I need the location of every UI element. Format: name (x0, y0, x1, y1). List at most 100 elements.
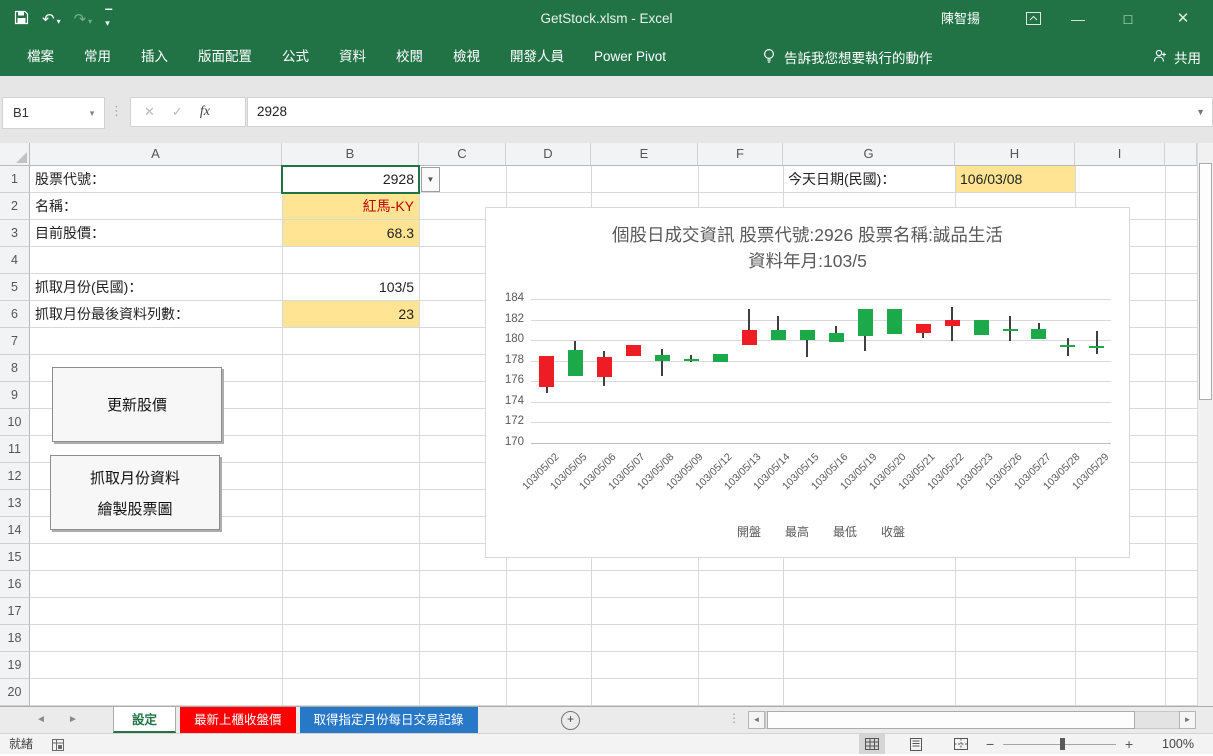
name-box-dropdown-icon[interactable]: ▼ (88, 109, 96, 118)
column-header-D[interactable]: D (506, 143, 591, 166)
button-update-price[interactable]: 更新股價 (52, 367, 222, 442)
tell-me-box[interactable]: 告訴我您想要執行的動作 (762, 38, 933, 76)
ribbon-tab-page-layout[interactable]: 版面配置 (183, 38, 267, 76)
cell-A5[interactable]: 抓取月份(民國)： (30, 274, 282, 301)
row-header-7[interactable]: 7 (0, 328, 30, 355)
account-user-name[interactable]: 陳智揚 (941, 0, 980, 38)
row-header-5[interactable]: 5 (0, 274, 30, 301)
legend-item[interactable]: 最高 (785, 523, 809, 540)
name-box[interactable]: B1 ▼ (2, 97, 105, 129)
candle-17 (1031, 329, 1046, 339)
cell-A3[interactable]: 目前股價： (30, 220, 282, 247)
normal-view-button[interactable] (859, 734, 885, 754)
cell-B5[interactable]: 103/5 (282, 274, 419, 301)
row-header-17[interactable]: 17 (0, 598, 30, 625)
cell-A1[interactable]: 股票代號： (30, 166, 282, 193)
new-sheet-button[interactable]: + (561, 711, 580, 730)
legend-item[interactable]: 收盤 (881, 523, 905, 540)
page-layout-view-button[interactable] (903, 734, 929, 754)
column-header-I[interactable]: I (1075, 143, 1165, 166)
row-header-15[interactable]: 15 (0, 544, 30, 571)
gridline-h (30, 624, 1197, 625)
formula-input[interactable]: 2928 ▼ (247, 97, 1213, 127)
cell-H1[interactable]: 106/03/08 (955, 166, 1075, 193)
scroll-left-icon[interactable]: ◄ (748, 711, 765, 729)
column-header-A[interactable]: A (30, 143, 282, 166)
data-validation-dropdown-button[interactable]: ▼ (421, 167, 440, 192)
vertical-scrollbar-thumb[interactable] (1199, 163, 1212, 400)
ribbon-tab-insert[interactable]: 插入 (126, 38, 183, 76)
row-header-12[interactable]: 12 (0, 463, 30, 490)
ribbon-tab-home[interactable]: 常用 (69, 38, 126, 76)
column-header-B[interactable]: B (282, 143, 419, 166)
ribbon-tab-file[interactable]: 檔案 (12, 38, 69, 76)
legend-item[interactable]: 最低 (833, 523, 857, 540)
y-axis-label: 174 (486, 395, 524, 407)
row-header-8[interactable]: 8 (0, 355, 30, 382)
row-header-9[interactable]: 9 (0, 382, 30, 409)
row-header-3[interactable]: 3 (0, 220, 30, 247)
insert-function-icon[interactable]: fx (200, 104, 210, 120)
sheet-tab-latest-otc-close[interactable]: 最新上櫃收盤價 (180, 707, 296, 733)
cell-B2[interactable]: 紅馬-KY (282, 193, 419, 220)
sheet-tab-settings[interactable]: 設定 (113, 707, 176, 733)
maximize-button[interactable]: □ (1108, 0, 1148, 38)
sheet-tab-monthly-daily-records[interactable]: 取得指定月份每日交易記錄 (300, 707, 478, 733)
ribbon-tab-view[interactable]: 檢視 (438, 38, 495, 76)
row-header-6[interactable]: 6 (0, 301, 30, 328)
cell-B6[interactable]: 23 (282, 301, 419, 328)
row-header-16[interactable]: 16 (0, 571, 30, 598)
row-header-13[interactable]: 13 (0, 490, 30, 517)
row-header-4[interactable]: 4 (0, 247, 30, 274)
cell-B1[interactable]: 2928 (282, 166, 419, 193)
cell-B3[interactable]: 68.3 (282, 220, 419, 247)
ribbon-tab-review[interactable]: 校閱 (381, 38, 438, 76)
close-button[interactable]: ✕ (1163, 0, 1203, 38)
cell-A2[interactable]: 名稱： (30, 193, 282, 220)
sheet-nav-next-icon[interactable]: ► (68, 707, 78, 733)
confirm-entry-icon[interactable]: ✓ (172, 104, 183, 120)
column-header-E[interactable]: E (591, 143, 698, 166)
formula-bar-expand-icon[interactable]: ▼ (1196, 107, 1205, 117)
zoom-slider-thumb[interactable] (1060, 738, 1065, 750)
ribbon-tab-formulas[interactable]: 公式 (267, 38, 324, 76)
page-break-view-button[interactable] (948, 734, 974, 754)
column-header-C[interactable]: C (419, 143, 506, 166)
row-header-2[interactable]: 2 (0, 193, 30, 220)
column-header-F[interactable]: F (698, 143, 783, 166)
column-header-G[interactable]: G (783, 143, 955, 166)
row-header-14[interactable]: 14 (0, 517, 30, 544)
row-header-19[interactable]: 19 (0, 652, 30, 679)
formula-bar-buttons: ✕ ✓ fx (130, 97, 246, 127)
zoom-in-button[interactable]: + (1125, 734, 1133, 754)
row-header-1[interactable]: 1 (0, 166, 30, 193)
cell-A6[interactable]: 抓取月份最後資料列數： (30, 301, 282, 328)
button-fetch-month-draw-chart[interactable]: 抓取月份資料繪製股票圖 (50, 455, 220, 530)
gridline-h (30, 570, 1197, 571)
legend-item[interactable]: 開盤 (737, 523, 761, 540)
sheet-nav-prev-icon[interactable]: ◄ (36, 707, 46, 733)
column-header-partial[interactable] (1165, 143, 1197, 166)
ribbon-tab-power-pivot[interactable]: Power Pivot (579, 38, 681, 76)
row-header-11[interactable]: 11 (0, 436, 30, 463)
select-all-corner[interactable] (0, 143, 30, 166)
column-header-H[interactable]: H (955, 143, 1075, 166)
candle-3 (626, 345, 641, 355)
cell-G1[interactable]: 今天日期(民國)： (783, 166, 955, 193)
ribbon-display-options-button[interactable] (1013, 0, 1053, 38)
share-button[interactable]: 共用 (1153, 38, 1201, 76)
horizontal-scrollbar-thumb[interactable] (767, 711, 1135, 729)
row-header-20[interactable]: 20 (0, 679, 30, 706)
stock-chart[interactable]: 個股日成交資訊 股票代號:2926 股票名稱:誠品生活 資料年月:103/5 1… (485, 207, 1130, 558)
gridline-h (30, 651, 1197, 652)
cancel-entry-icon[interactable]: ✕ (144, 104, 155, 120)
ribbon-tab-data[interactable]: 資料 (324, 38, 381, 76)
zoom-out-button[interactable]: − (986, 734, 994, 754)
minimize-button[interactable]: — (1058, 0, 1098, 38)
zoom-level[interactable]: 100% (1148, 734, 1194, 754)
ribbon-tab-developer[interactable]: 開發人員 (495, 38, 579, 76)
row-header-18[interactable]: 18 (0, 625, 30, 652)
row-header-10[interactable]: 10 (0, 409, 30, 436)
macro-record-icon[interactable] (52, 738, 64, 756)
scroll-right-icon[interactable]: ► (1179, 711, 1196, 729)
